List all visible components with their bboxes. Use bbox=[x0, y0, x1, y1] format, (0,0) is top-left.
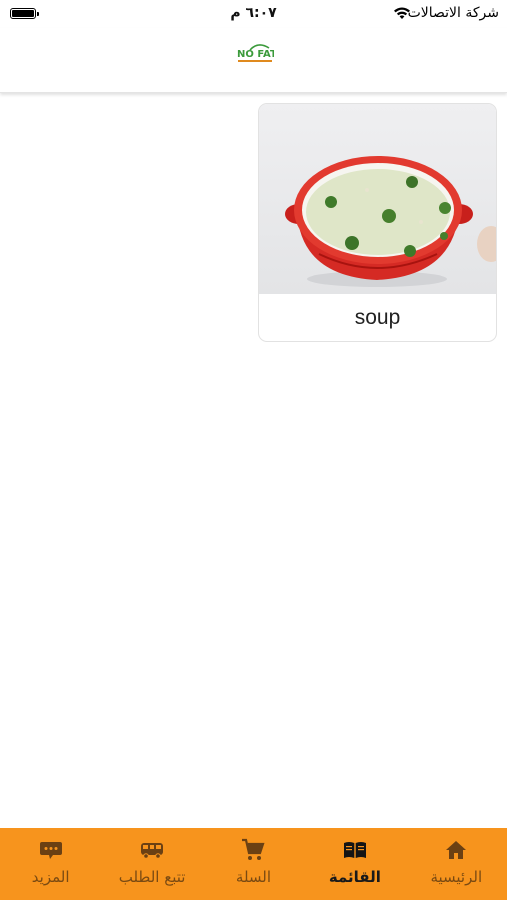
app-header: NO FAT bbox=[0, 28, 507, 93]
status-time: ٦:٠٧ م bbox=[230, 5, 277, 21]
soup-bowl-image bbox=[285, 156, 496, 287]
battery-icon bbox=[10, 8, 39, 19]
tab-label: تتبع الطلب bbox=[118, 868, 186, 886]
tab-label: السلة bbox=[235, 868, 272, 886]
menu-book-icon bbox=[343, 842, 366, 858]
status-bar: ٦:٠٧ م شركة الاتصالات bbox=[0, 0, 507, 28]
carrier-name: شركة الاتصالات bbox=[407, 5, 499, 21]
bottom-tab-bar: الرئيسية القائمة السلة تتبع الطلب المزيد bbox=[0, 828, 507, 900]
truck-icon bbox=[141, 843, 164, 859]
tab-menu[interactable]: القائمة bbox=[304, 828, 405, 900]
cart-icon bbox=[242, 838, 266, 860]
logo-text: NO FAT bbox=[237, 49, 274, 60]
tab-cart[interactable]: السلة bbox=[203, 828, 304, 900]
tab-track-order[interactable]: تتبع الطلب bbox=[101, 828, 202, 900]
tab-home[interactable]: الرئيسية bbox=[406, 828, 507, 900]
product-card-soup[interactable]: soup bbox=[258, 103, 497, 342]
product-name: soup bbox=[354, 305, 401, 329]
tab-more[interactable]: المزيد bbox=[0, 828, 101, 900]
tab-label: القائمة bbox=[328, 868, 381, 886]
app-logo: NO FAT bbox=[237, 44, 274, 62]
more-icon bbox=[39, 842, 62, 859]
tab-label: الرئيسية bbox=[430, 868, 483, 886]
home-icon bbox=[446, 841, 467, 859]
product-image bbox=[259, 104, 496, 294]
tab-label: المزيد bbox=[31, 868, 70, 886]
